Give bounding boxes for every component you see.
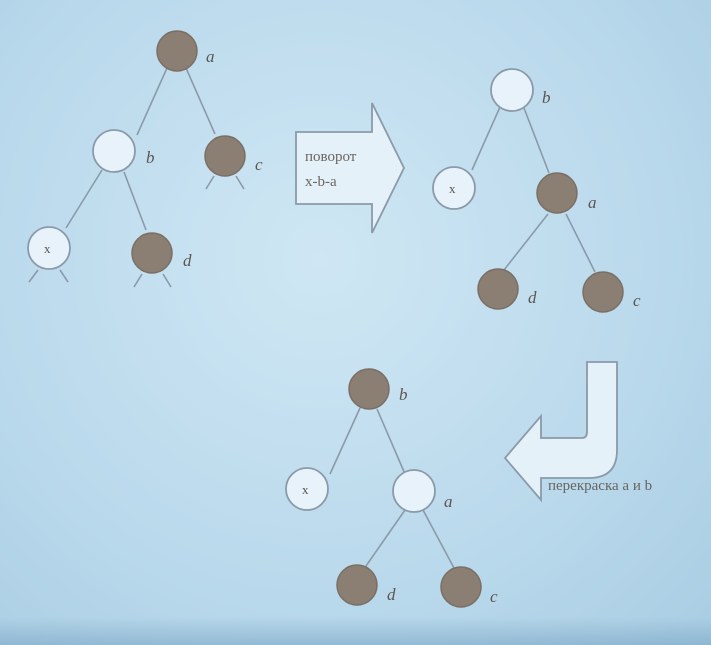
label-a: a bbox=[588, 193, 597, 212]
label-x: x bbox=[449, 181, 456, 196]
node-c bbox=[440, 566, 482, 608]
label-c: c bbox=[490, 587, 498, 606]
edge-b-x bbox=[471, 106, 501, 171]
edge-a-c bbox=[422, 509, 455, 569]
label-b: b bbox=[146, 148, 155, 167]
node-c bbox=[204, 135, 246, 177]
edge-b-x bbox=[329, 407, 361, 475]
node-b bbox=[490, 68, 534, 112]
stub-c-left bbox=[205, 175, 215, 190]
edge-b-a bbox=[376, 408, 406, 475]
tree-after-recolor: b x a d c bbox=[285, 368, 498, 608]
stub-c-right bbox=[235, 175, 245, 190]
label-x: x bbox=[302, 482, 309, 497]
edge-b-d bbox=[123, 171, 147, 231]
edge-b-x bbox=[65, 169, 103, 229]
label-b: b bbox=[542, 88, 551, 107]
recolor-label: перекраска a и b bbox=[548, 478, 652, 494]
label-a: a bbox=[444, 492, 453, 511]
stub-d-left bbox=[133, 273, 143, 288]
node-b bbox=[92, 129, 136, 173]
node-a bbox=[392, 469, 436, 513]
label-c: c bbox=[255, 155, 263, 174]
rotation-path: x-b-a bbox=[305, 174, 337, 190]
label-b: b bbox=[399, 385, 408, 404]
node-a bbox=[156, 30, 198, 72]
node-a bbox=[536, 172, 578, 214]
label-d: d bbox=[387, 585, 396, 604]
rotation-label: поворот bbox=[305, 149, 357, 165]
stub-x-left bbox=[28, 269, 39, 283]
node-d bbox=[336, 564, 378, 606]
label-a: a bbox=[206, 47, 215, 66]
recolor-arrow: перекраска a и b bbox=[503, 361, 652, 503]
rb-tree-rotation-diagram: a b c x d поворот x-b-a b x a d c перекр… bbox=[27, 30, 652, 608]
edge-b-a bbox=[523, 107, 550, 174]
label-d: d bbox=[183, 251, 192, 270]
node-c bbox=[582, 271, 624, 313]
label-x: x bbox=[44, 241, 51, 256]
rotation-arrow: поворот x-b-a bbox=[295, 102, 406, 234]
stub-x-right bbox=[59, 269, 69, 283]
edge-a-c bbox=[185, 67, 216, 135]
edge-a-d bbox=[503, 213, 549, 271]
slide: a b c x d поворот x-b-a b x a d c перекр… bbox=[0, 0, 711, 645]
edge-a-c bbox=[565, 213, 596, 273]
edge-a-b bbox=[136, 67, 168, 136]
right-arrow-icon bbox=[295, 102, 406, 234]
tree-after-rotation: b x a d c bbox=[432, 68, 641, 313]
node-d bbox=[131, 232, 173, 274]
edge-a-d bbox=[365, 509, 406, 567]
label-d: d bbox=[528, 288, 537, 307]
node-b bbox=[348, 368, 390, 410]
node-d bbox=[477, 268, 519, 310]
label-c: c bbox=[633, 291, 641, 310]
stub-d-right bbox=[162, 273, 172, 288]
tree-before: a b c x d bbox=[27, 30, 263, 288]
